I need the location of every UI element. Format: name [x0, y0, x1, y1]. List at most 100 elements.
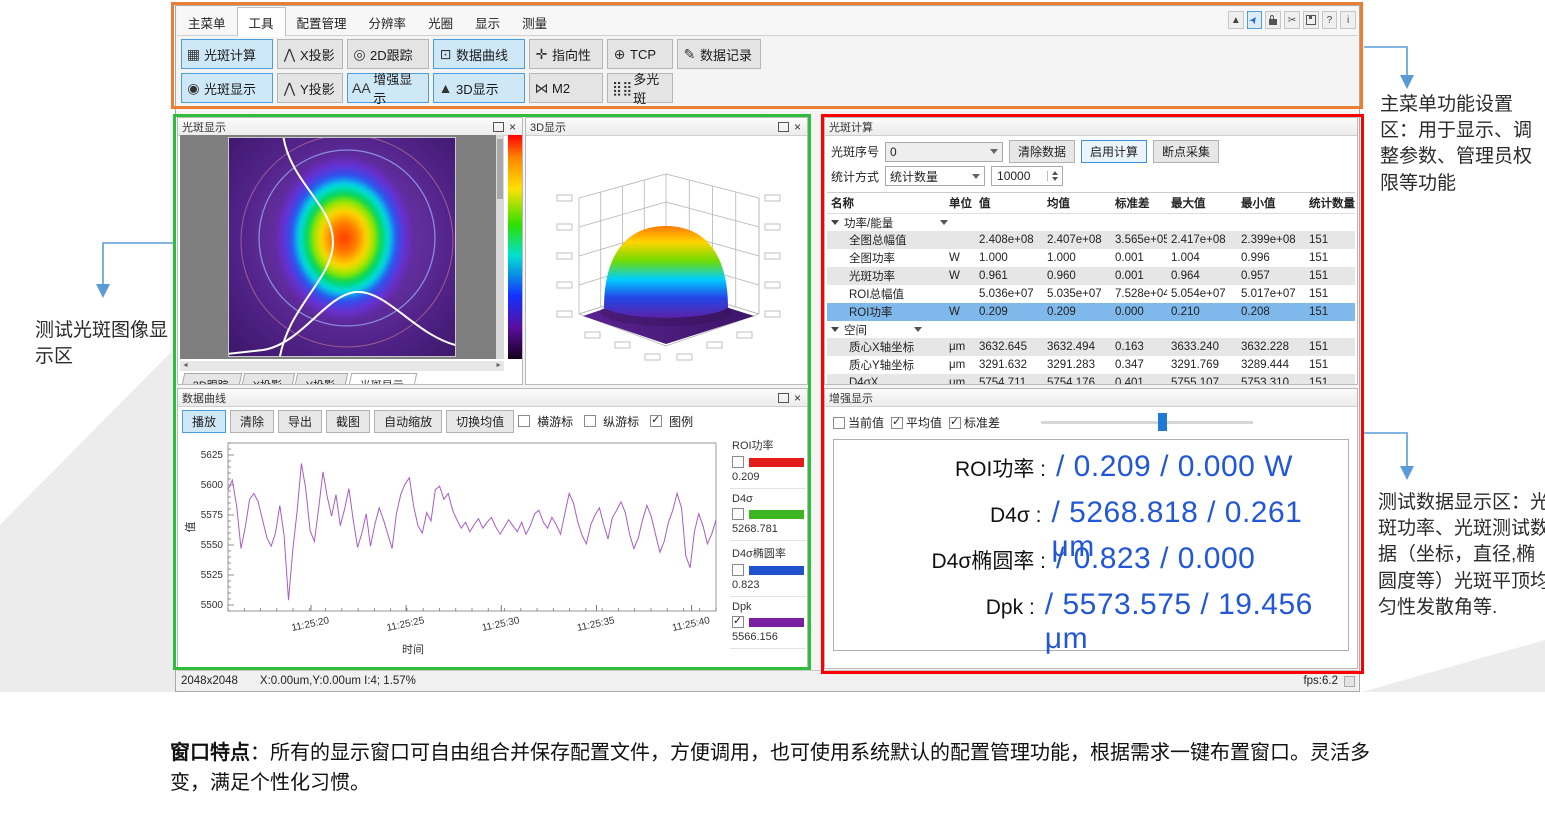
toolbar-button-Y投影[interactable]: ⋀Y投影 [277, 73, 343, 103]
spin-down-icon[interactable] [1052, 177, 1058, 181]
table-row[interactable]: 光斑功率W0.9610.9600.0010.9640.957151 [827, 267, 1355, 285]
expand-icon[interactable] [831, 220, 839, 225]
pin-button[interactable]: ➤ [1247, 11, 1263, 29]
legend-checkbox-D4σ椭圆率[interactable] [732, 564, 744, 576]
table-row[interactable]: 全图功率W1.0001.0000.0011.0040.996151 [827, 249, 1355, 267]
table-row[interactable]: D4σXμm5754.7115754.1760.4015755.1075753.… [827, 374, 1355, 384]
toolbar-button-光斑计算[interactable]: ▦光斑计算 [181, 39, 273, 69]
table-cell: D4σX [827, 377, 945, 384]
curve-button-自动缩放[interactable]: 自动缩放 [374, 410, 442, 433]
calc-button-断点采集[interactable]: 断点采集 [1153, 140, 1219, 163]
menu-item-工具[interactable]: 工具 [237, 7, 286, 37]
enhanced-checkbox-标准差[interactable] [949, 417, 961, 429]
legend-bar-row [732, 616, 804, 628]
column-header[interactable]: 名称 [827, 195, 945, 211]
filter-icon[interactable] [940, 220, 948, 225]
collapse-button[interactable]: ▲ [1228, 11, 1244, 29]
column-header[interactable]: 单位 [945, 195, 975, 211]
tab-光斑显示[interactable]: 光斑显示 [347, 373, 417, 385]
table-group-row[interactable]: 空间 [827, 321, 1355, 338]
save-button[interactable] [1303, 11, 1319, 29]
horizontal-scrollbar[interactable]: ◄ ► [180, 361, 504, 371]
toolbar-button-指向性[interactable]: ✛指向性 [529, 39, 603, 69]
toolbar-button-3D显示[interactable]: ▲3D显示 [433, 73, 525, 103]
panel-title: 光斑显示 [182, 119, 226, 135]
close-icon[interactable]: × [794, 393, 801, 403]
legend-checkbox-ROI功率[interactable] [732, 456, 744, 468]
resize-grip[interactable] [1344, 676, 1355, 687]
enhanced-line: ROI功率 :/ 0.209 / 0.000 W [834, 450, 1348, 496]
close-icon[interactable]: × [794, 122, 801, 132]
scroll-right-icon[interactable]: ► [495, 362, 502, 369]
curve-button-清除[interactable]: 清除 [230, 410, 274, 433]
curve-button-导出[interactable]: 导出 [278, 410, 322, 433]
curve-checkbox-横游标[interactable] [518, 415, 530, 427]
curve-checkbox-纵游标[interactable] [584, 415, 596, 427]
stat-count-spinner[interactable]: 10000 [991, 166, 1063, 186]
vertical-scrollbar[interactable] [496, 135, 504, 359]
help-button[interactable]: ? [1322, 11, 1338, 29]
toolbar-button-增强显示[interactable]: AA增强显示 [347, 73, 429, 103]
enhanced-label: D4σ椭圆率 : [834, 545, 1046, 575]
info-button[interactable]: i [1340, 11, 1356, 29]
table-row[interactable]: 质心X轴坐标μm3632.6453632.4940.1633633.240363… [827, 338, 1355, 356]
filter-icon[interactable] [914, 327, 922, 332]
cut-button[interactable]: ✂ [1284, 11, 1300, 29]
enhanced-checkbox-平均值[interactable] [891, 417, 903, 429]
spin-up-icon[interactable] [1052, 171, 1058, 175]
menu-item-分辨率[interactable]: 分辨率 [358, 8, 418, 36]
table-row[interactable]: ROI功率W0.2090.2090.0000.2100.208151 [827, 303, 1355, 321]
toolbar-button-光斑显示[interactable]: ◉光斑显示 [181, 73, 273, 103]
column-header[interactable]: 最小值 [1237, 195, 1305, 211]
calc-button-清除数据[interactable]: 清除数据 [1009, 140, 1075, 163]
table-row[interactable]: 质心Y轴坐标μm3291.6323291.2830.3473291.769328… [827, 356, 1355, 374]
table-cell: 0.961 [975, 270, 1043, 282]
menu-item-主菜单[interactable]: 主菜单 [177, 8, 237, 36]
curve-button-切换均值[interactable]: 切换均值 [446, 410, 514, 433]
font-size-slider[interactable] [1041, 421, 1253, 424]
column-header[interactable]: 均值 [1043, 195, 1111, 211]
column-header[interactable]: 统计数量 [1305, 195, 1355, 211]
legend-name: D4σ [732, 493, 804, 505]
table-row[interactable]: ROI总幅值5.036e+075.035e+077.528e+045.054e+… [827, 285, 1355, 303]
lock-button[interactable] [1265, 11, 1281, 29]
column-header[interactable]: 最大值 [1167, 195, 1237, 211]
menu-item-显示[interactable]: 显示 [464, 8, 511, 36]
calc-button-启用计算[interactable]: 启用计算 [1081, 140, 1147, 163]
curve-checkbox-图例[interactable] [650, 415, 662, 427]
menu-item-光圈[interactable]: 光圈 [417, 8, 464, 36]
tab-X投影[interactable]: X投影 [240, 373, 296, 385]
table-cell: 3.565e+05 [1111, 234, 1167, 246]
float-icon[interactable] [778, 393, 789, 403]
curve-checkbox-label: 图例 [669, 413, 693, 430]
expand-icon[interactable] [831, 327, 839, 332]
toolbar-button-数据曲线[interactable]: ⊡数据曲线 [433, 39, 525, 69]
toolbar-button-多光斑[interactable]: ⣿⣿多光斑 [607, 73, 673, 103]
curve-button-播放[interactable]: 播放 [182, 410, 226, 433]
table-row[interactable]: 全图总幅值2.408e+082.407e+083.565e+052.417e+0… [827, 231, 1355, 249]
table-group-row[interactable]: 功率/能量 [827, 214, 1355, 231]
column-header[interactable]: 值 [975, 195, 1043, 211]
slider-handle[interactable] [1158, 413, 1167, 431]
toolbar-button-数据记录[interactable]: ✎数据记录 [677, 39, 761, 69]
legend-checkbox-Dpk[interactable] [732, 616, 744, 628]
toolbar-button-TCP[interactable]: ⊕TCP [607, 39, 673, 69]
tab-Y投影[interactable]: Y投影 [293, 373, 349, 385]
menu-item-测量[interactable]: 测量 [511, 8, 558, 36]
toolbar-button-X投影[interactable]: ⋀X投影 [277, 39, 343, 69]
menu-item-配置管理[interactable]: 配置管理 [286, 8, 358, 36]
tab-2D跟踪[interactable]: 2D跟踪 [180, 373, 242, 385]
enhanced-checkbox-当前值[interactable] [833, 417, 845, 429]
toolbar-button-M2[interactable]: ⋈M2 [529, 73, 603, 103]
beam-seq-select[interactable]: 0 [885, 142, 1003, 162]
3d-display-icon: ▲ [438, 80, 453, 96]
curve-button-截图[interactable]: 截图 [326, 410, 370, 433]
toolbar-button-2D跟踪[interactable]: ◎2D跟踪 [347, 39, 429, 69]
close-icon[interactable]: × [509, 122, 516, 132]
stat-mode-select[interactable]: 统计数量 [885, 166, 985, 186]
seq-label: 光斑序号 [831, 143, 879, 160]
column-header[interactable]: 标准差 [1111, 195, 1167, 211]
float-icon[interactable] [493, 122, 504, 132]
float-icon[interactable] [778, 122, 789, 132]
legend-checkbox-D4σ[interactable] [732, 508, 744, 520]
